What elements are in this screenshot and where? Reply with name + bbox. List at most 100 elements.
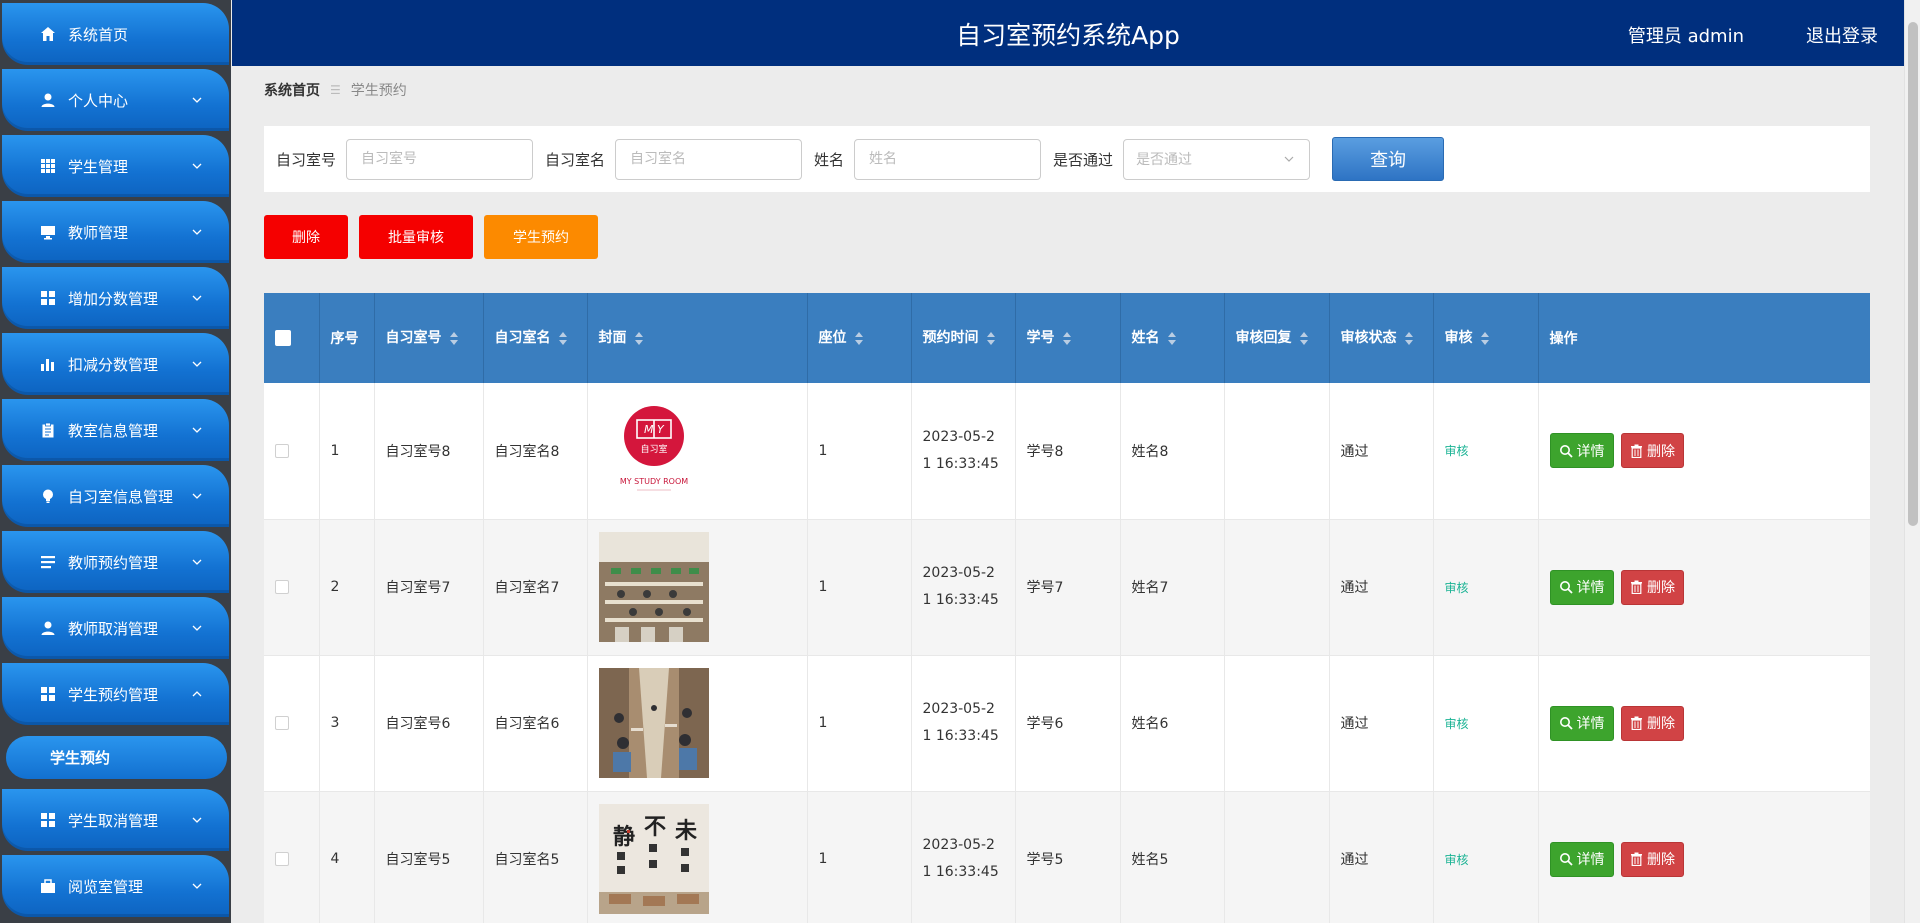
query-button[interactable]: 查询 <box>1332 137 1445 181</box>
logout-link[interactable]: 退出登录 <box>1806 22 1878 48</box>
sidebar-item-deduct-score[interactable]: 扣减分数管理 <box>2 333 229 395</box>
sidebar-item-label: 教师取消管理 <box>68 619 159 638</box>
sort-icon[interactable] <box>986 331 995 345</box>
sidebar-item-label: 教师预约管理 <box>68 553 159 572</box>
sidebar-item-teacher-reserve[interactable]: 教师预约管理 <box>2 531 229 593</box>
cell-select <box>264 519 320 656</box>
room-name-input[interactable] <box>615 138 803 180</box>
detail-button[interactable]: 详情 <box>1549 705 1614 741</box>
row-checkbox[interactable] <box>275 443 289 458</box>
sidebar-item-students[interactable]: 学生管理 <box>2 135 229 197</box>
sidebar-item-teacher-cancel[interactable]: 教师取消管理 <box>2 597 229 659</box>
search-panel: 自习室号 自习室名 姓名 是否通过 是否通过 查询 <box>264 126 1870 192</box>
cover-image-logo[interactable]: M Y 自习室 MY STUDY ROOM <box>598 395 709 506</box>
sort-icon[interactable] <box>634 331 643 345</box>
sidebar-item-label: 学生管理 <box>68 157 129 176</box>
header-name[interactable]: 姓名 <box>1120 293 1225 383</box>
cell-select <box>264 383 320 520</box>
detail-button[interactable]: 详情 <box>1549 569 1614 605</box>
header-student-no[interactable]: 学号 <box>1015 293 1121 383</box>
cell-student-no: 学号5 <box>1015 791 1121 923</box>
row-checkbox[interactable] <box>275 716 289 730</box>
sidebar-item-label: 增加分数管理 <box>68 289 159 308</box>
apps-icon <box>38 684 58 704</box>
header-room-name[interactable]: 自习室名 <box>483 293 588 383</box>
sort-icon[interactable] <box>1480 331 1489 345</box>
student-reserve-button[interactable]: 学生预约 <box>484 215 598 259</box>
sidebar-item-study-room-info[interactable]: 自习室信息管理 <box>2 465 229 527</box>
header-label: 操作 <box>1549 331 1578 347</box>
sort-icon[interactable] <box>854 331 863 345</box>
user-icon <box>38 618 58 638</box>
cell-time: 2023-05-2 1 16:33:45 <box>911 791 1016 923</box>
sidebar-item-reading-room[interactable]: 阅览室管理 <box>2 855 229 917</box>
sort-icon[interactable] <box>1062 331 1071 345</box>
header-cover[interactable]: 封面 <box>587 293 808 383</box>
cover-image-study-hall[interactable] <box>598 668 709 778</box>
audit-link[interactable]: 审核 <box>1445 717 1469 731</box>
table-row: 3 自习室号6 自习室名6 1 2023-05-2 1 16:33:45 学号6… <box>264 655 1870 792</box>
sort-icon[interactable] <box>449 331 458 345</box>
sidebar-item-label: 阅览室管理 <box>68 877 144 896</box>
sort-icon[interactable] <box>1299 331 1308 345</box>
row-checkbox[interactable] <box>275 580 289 594</box>
header-seat[interactable]: 座位 <box>807 293 912 383</box>
audit-link[interactable]: 审核 <box>1445 444 1469 458</box>
cover-image-calligraphy-wall[interactable]: 静 不 未 <box>598 804 709 914</box>
header-reply[interactable]: 审核回复 <box>1224 293 1330 383</box>
select-all-checkbox[interactable] <box>275 330 291 346</box>
sidebar-item-teachers[interactable]: 教师管理 <box>2 201 229 263</box>
sidebar-item-home[interactable]: 系统首页 <box>2 3 229 65</box>
header-label: 预约时间 <box>922 330 979 346</box>
room-no-label: 自习室号 <box>276 150 337 169</box>
sidebar-item-student-reserve-mgmt[interactable]: 学生预约管理 <box>2 663 229 725</box>
trash-icon <box>1630 580 1642 594</box>
chevron-down-icon <box>192 295 202 301</box>
time-line: 2023-05-2 <box>922 837 995 853</box>
trash-icon <box>1630 852 1642 866</box>
chevron-down-icon <box>192 883 202 889</box>
sidebar-item-student-cancel[interactable]: 学生取消管理 <box>2 789 229 851</box>
cell-room-name: 自习室名5 <box>483 791 588 923</box>
row-checkbox[interactable] <box>275 852 289 866</box>
chevron-up-icon <box>192 691 202 697</box>
header-room-no[interactable]: 自习室号 <box>374 293 484 383</box>
cell-student-no: 学号7 <box>1015 519 1121 656</box>
cell-name: 姓名7 <box>1120 519 1225 656</box>
audit-link[interactable]: 审核 <box>1445 581 1469 595</box>
room-no-input[interactable] <box>346 138 534 180</box>
table-row: 1 自习室号8 自习室名8 M Y 自习室 MY STUDY ROOM 1 20… <box>264 383 1870 520</box>
cell-room-name: 自习室名6 <box>483 655 588 792</box>
header-status[interactable]: 审核状态 <box>1329 293 1434 383</box>
cell-time: 2023-05-2 1 16:33:45 <box>911 655 1016 792</box>
detail-button[interactable]: 详情 <box>1549 433 1614 469</box>
name-input[interactable] <box>854 138 1042 180</box>
row-delete-button[interactable]: 删除 <box>1620 433 1684 469</box>
cell-ops: 详情 删除 <box>1538 519 1870 656</box>
breadcrumb-home[interactable]: 系统首页 <box>264 80 320 100</box>
header-audit[interactable]: 审核 <box>1433 293 1539 383</box>
sidebar-item-classroom-info[interactable]: 教室信息管理 <box>2 399 229 461</box>
cell-name: 姓名8 <box>1120 383 1225 520</box>
sort-icon[interactable] <box>1167 331 1176 345</box>
cell-seat: 1 <box>807 655 912 792</box>
sidebar-item-label: 教师管理 <box>68 223 129 242</box>
row-delete-button[interactable]: 删除 <box>1620 841 1684 877</box>
sidebar-item-add-score[interactable]: 增加分数管理 <box>2 267 229 329</box>
row-delete-button[interactable]: 删除 <box>1620 569 1684 605</box>
sort-icon[interactable] <box>558 331 567 345</box>
data-table: 序号 自习室号 自习室名 封面 座位 预约时间 学号 姓名 审核回复 审核状态 … <box>264 293 1870 923</box>
delete-button[interactable]: 删除 <box>264 215 348 259</box>
vertical-scrollbar[interactable] <box>1904 0 1920 923</box>
sort-icon[interactable] <box>1404 331 1413 345</box>
approved-select[interactable]: 是否通过 <box>1123 138 1311 180</box>
detail-button[interactable]: 详情 <box>1549 841 1614 877</box>
sidebar-subitem-student-reserve[interactable]: 学生预约 <box>6 736 227 779</box>
scrollbar-thumb[interactable] <box>1908 22 1918 526</box>
row-delete-button[interactable]: 删除 <box>1620 705 1684 741</box>
sidebar-item-personal-center[interactable]: 个人中心 <box>2 69 229 131</box>
batch-audit-button[interactable]: 批量审核 <box>359 215 473 259</box>
audit-link[interactable]: 审核 <box>1445 853 1469 867</box>
header-time[interactable]: 预约时间 <box>911 293 1016 383</box>
cover-image-classroom[interactable] <box>598 532 709 642</box>
